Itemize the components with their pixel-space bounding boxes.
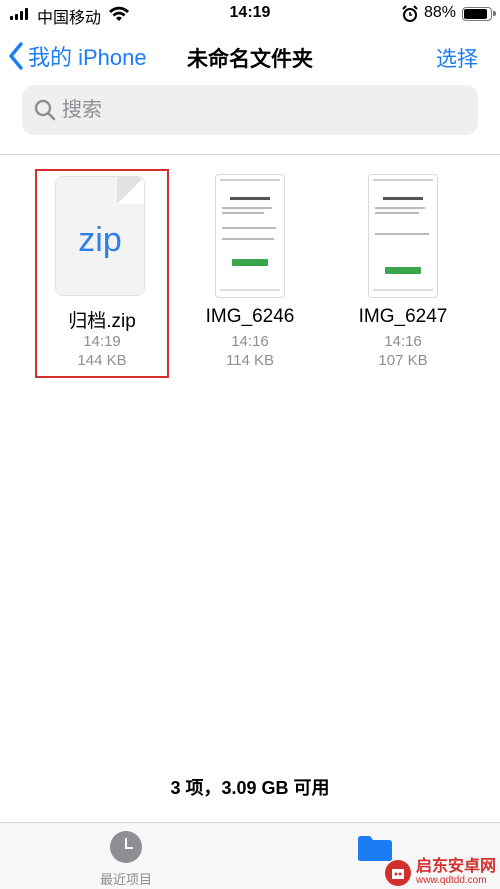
file-size: 114 KB — [225, 352, 275, 369]
tab-recent-label: 最近项目 — [99, 872, 152, 887]
image-thumbnail — [368, 174, 438, 298]
image-thumbnail — [215, 174, 285, 298]
battery-icon — [462, 7, 496, 21]
file-time: 14:16 — [231, 333, 269, 350]
file-time: 14:16 — [384, 333, 422, 350]
watermark-logo-icon — [384, 860, 411, 886]
storage-summary: 3 项，3.09 GB 可用 — [170, 778, 330, 798]
selection-highlight — [35, 169, 169, 378]
alarm-icon — [402, 5, 418, 28]
divider — [0, 154, 500, 155]
file-name: IMG_6246 — [205, 306, 295, 327]
file-size: 107 KB — [378, 352, 428, 369]
tab-recent[interactable]: 最近项目 — [88, 831, 164, 888]
search-bar[interactable] — [22, 85, 478, 135]
status-bar: 中国移动 14:19 88% — [0, 0, 500, 28]
watermark: 启东安卓网 www.qdtdd.com — [384, 859, 496, 887]
watermark-name: 启东安卓网 — [415, 858, 496, 876]
tab-bar: 最近项目 启东安卓网 www.qdtdd.com — [0, 822, 500, 889]
clock-icon — [110, 831, 142, 863]
watermark-url: www.qdtdd.com — [415, 875, 487, 887]
search-icon — [34, 99, 56, 121]
navigation-bar: 我的 iPhone 未命名文件夹 选择 — [0, 34, 500, 78]
file-name: IMG_6247 — [358, 306, 448, 327]
battery-percent: 88% — [424, 4, 457, 21]
select-button[interactable]: 选择 — [436, 43, 478, 73]
page-title: 未命名文件夹 — [187, 48, 313, 71]
search-input[interactable] — [62, 98, 442, 122]
